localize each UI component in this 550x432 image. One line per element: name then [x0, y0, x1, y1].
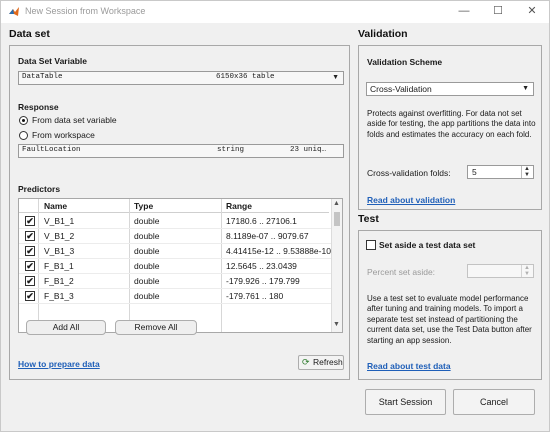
predictor-range: -179.926 .. 179.799 — [226, 276, 300, 286]
chevron-down-icon: ▼ — [332, 74, 339, 81]
scrollbar-thumb[interactable] — [334, 212, 340, 226]
table-row[interactable]: ✔ F_B1_1 double 12.5645 .. 23.0439 — [19, 259, 331, 274]
set-aside-test-checkbox[interactable] — [366, 240, 376, 250]
chevron-down-icon: ▼ — [522, 85, 529, 92]
predictor-name: V_B1_2 — [44, 231, 75, 241]
spinner-buttons[interactable]: ▲ ▼ — [521, 166, 533, 178]
validation-panel: Validation Scheme Cross-Validation ▼ Pro… — [358, 45, 542, 210]
predictor-range: 17180.6 .. 27106.1 — [226, 216, 297, 226]
validation-scheme-value: Cross-Validation — [370, 84, 432, 94]
test-description: Use a test set to evaluate model perform… — [367, 294, 532, 345]
remove-all-button[interactable]: Remove All — [115, 320, 197, 335]
validation-scheme-label: Validation Scheme — [367, 57, 443, 67]
response-from-variable-radio[interactable] — [19, 116, 28, 125]
response-variable-dropdown[interactable]: FaultLocation string 23 uniq… — [18, 144, 344, 158]
predictor-name: F_B1_2 — [44, 276, 74, 286]
cv-folds-label: Cross-validation folds: — [367, 168, 451, 178]
dataset-variable-info: 6150x36 table — [216, 73, 275, 81]
response-variable-name: FaultLocation — [22, 146, 81, 154]
predictor-checkbox[interactable]: ✔ — [25, 216, 35, 226]
spinner-buttons[interactable]: ▲ ▼ — [521, 265, 533, 277]
table-row[interactable]: ✔ V_B1_3 double 4.41415e-12 .. 9.53888e-… — [19, 244, 331, 259]
dataset-heading: Data set — [9, 28, 50, 40]
dataset-panel: Data Set Variable DataTable 6150x36 tabl… — [9, 45, 350, 380]
predictor-checkbox[interactable]: ✔ — [25, 291, 35, 301]
percent-set-aside-spinner[interactable]: ▲ ▼ — [467, 264, 534, 278]
cv-folds-value[interactable]: 5 — [472, 167, 477, 177]
scroll-down-icon[interactable]: ▼ — [333, 321, 340, 328]
predictor-checkbox[interactable]: ✔ — [25, 276, 35, 286]
table-row[interactable]: ✔ F_B1_3 double -179.761 .. 180 — [19, 289, 331, 304]
cancel-button[interactable]: Cancel — [453, 389, 535, 415]
refresh-icon: ⟳ — [302, 357, 310, 367]
table-row[interactable]: ✔ V_B1_1 double 17180.6 .. 27106.1 — [19, 214, 331, 229]
percent-set-aside-label: Percent set aside: — [367, 267, 436, 277]
table-row[interactable]: ✔ F_B1_2 double -179.926 .. 179.799 — [19, 274, 331, 289]
column-header-type[interactable]: Type — [134, 201, 153, 211]
title-bar: New Session from Workspace — ☐ ✕ — [1, 1, 549, 23]
predictors-table: Name Type Range ✔ V_B1_1 double 17180.6 … — [18, 198, 343, 333]
test-heading: Test — [358, 213, 379, 225]
predictor-name: V_B1_3 — [44, 246, 75, 256]
validation-heading: Validation — [358, 28, 408, 40]
predictor-type: double — [134, 291, 160, 301]
new-session-dialog: New Session from Workspace — ☐ ✕ Data se… — [0, 0, 550, 432]
predictors-table-header: Name Type Range — [19, 199, 329, 213]
response-variable-type: string — [217, 146, 245, 154]
response-label: Response — [18, 102, 59, 112]
read-about-validation-link[interactable]: Read about validation — [367, 195, 455, 205]
add-all-button[interactable]: Add All — [26, 320, 106, 335]
predictors-label: Predictors — [18, 184, 61, 194]
validation-description: Protects against overfitting. For data n… — [367, 109, 536, 139]
set-aside-test-label: Set aside a test data set — [379, 240, 476, 250]
refresh-button-label: Refresh — [313, 357, 343, 367]
predictor-range: 12.5645 .. 23.0439 — [226, 261, 297, 271]
maximize-button[interactable]: ☐ — [481, 1, 515, 23]
predictor-range: 8.1189e-07 .. 9079.67 — [226, 231, 309, 241]
read-about-test-data-link[interactable]: Read about test data — [367, 361, 451, 371]
response-from-variable-label: From data set variable — [32, 115, 117, 125]
dataset-variable-label: Data Set Variable — [18, 56, 87, 66]
how-to-prepare-data-link[interactable]: How to prepare data — [18, 359, 100, 369]
predictor-checkbox[interactable]: ✔ — [25, 261, 35, 271]
validation-scheme-dropdown[interactable]: Cross-Validation ▼ — [366, 82, 534, 96]
column-header-name[interactable]: Name — [44, 201, 67, 211]
predictor-type: double — [134, 216, 160, 226]
column-header-range[interactable]: Range — [226, 201, 252, 211]
predictors-scrollbar[interactable]: ▲ ▼ — [331, 199, 342, 332]
predictor-type: double — [134, 276, 160, 286]
cv-folds-spinner[interactable]: 5 ▲ ▼ — [467, 165, 534, 179]
dataset-variable-dropdown[interactable]: DataTable 6150x36 table ▼ — [18, 71, 344, 85]
test-panel: Set aside a test data set Percent set as… — [358, 230, 542, 380]
spinner-down-icon[interactable]: ▼ — [524, 172, 530, 178]
predictor-checkbox[interactable]: ✔ — [25, 246, 35, 256]
predictor-name: V_B1_1 — [44, 216, 75, 226]
predictor-checkbox[interactable]: ✔ — [25, 231, 35, 241]
response-from-workspace-radio[interactable] — [19, 131, 28, 140]
response-variable-info: 23 uniq… — [290, 146, 327, 154]
predictor-type: double — [134, 246, 160, 256]
dataset-variable-name: DataTable — [22, 73, 63, 81]
scroll-up-icon[interactable]: ▲ — [333, 200, 340, 207]
minimize-button[interactable]: — — [447, 1, 481, 23]
predictor-range: 4.41415e-12 .. 9.53888e-10 — [226, 246, 331, 256]
refresh-button[interactable]: ⟳ Refresh — [298, 355, 344, 370]
predictor-type: double — [134, 231, 160, 241]
predictor-type: double — [134, 261, 160, 271]
matlab-logo-icon — [9, 7, 19, 16]
start-session-button[interactable]: Start Session — [365, 389, 446, 415]
response-from-workspace-label: From workspace — [32, 130, 95, 140]
close-button[interactable]: ✕ — [515, 1, 549, 23]
predictor-range: -179.761 .. 180 — [226, 291, 284, 301]
predictor-name: F_B1_1 — [44, 261, 74, 271]
predictor-name: F_B1_3 — [44, 291, 74, 301]
table-row[interactable]: ✔ V_B1_2 double 8.1189e-07 .. 9079.67 — [19, 229, 331, 244]
spinner-down-icon[interactable]: ▼ — [524, 271, 530, 277]
window-title: New Session from Workspace — [25, 6, 146, 16]
